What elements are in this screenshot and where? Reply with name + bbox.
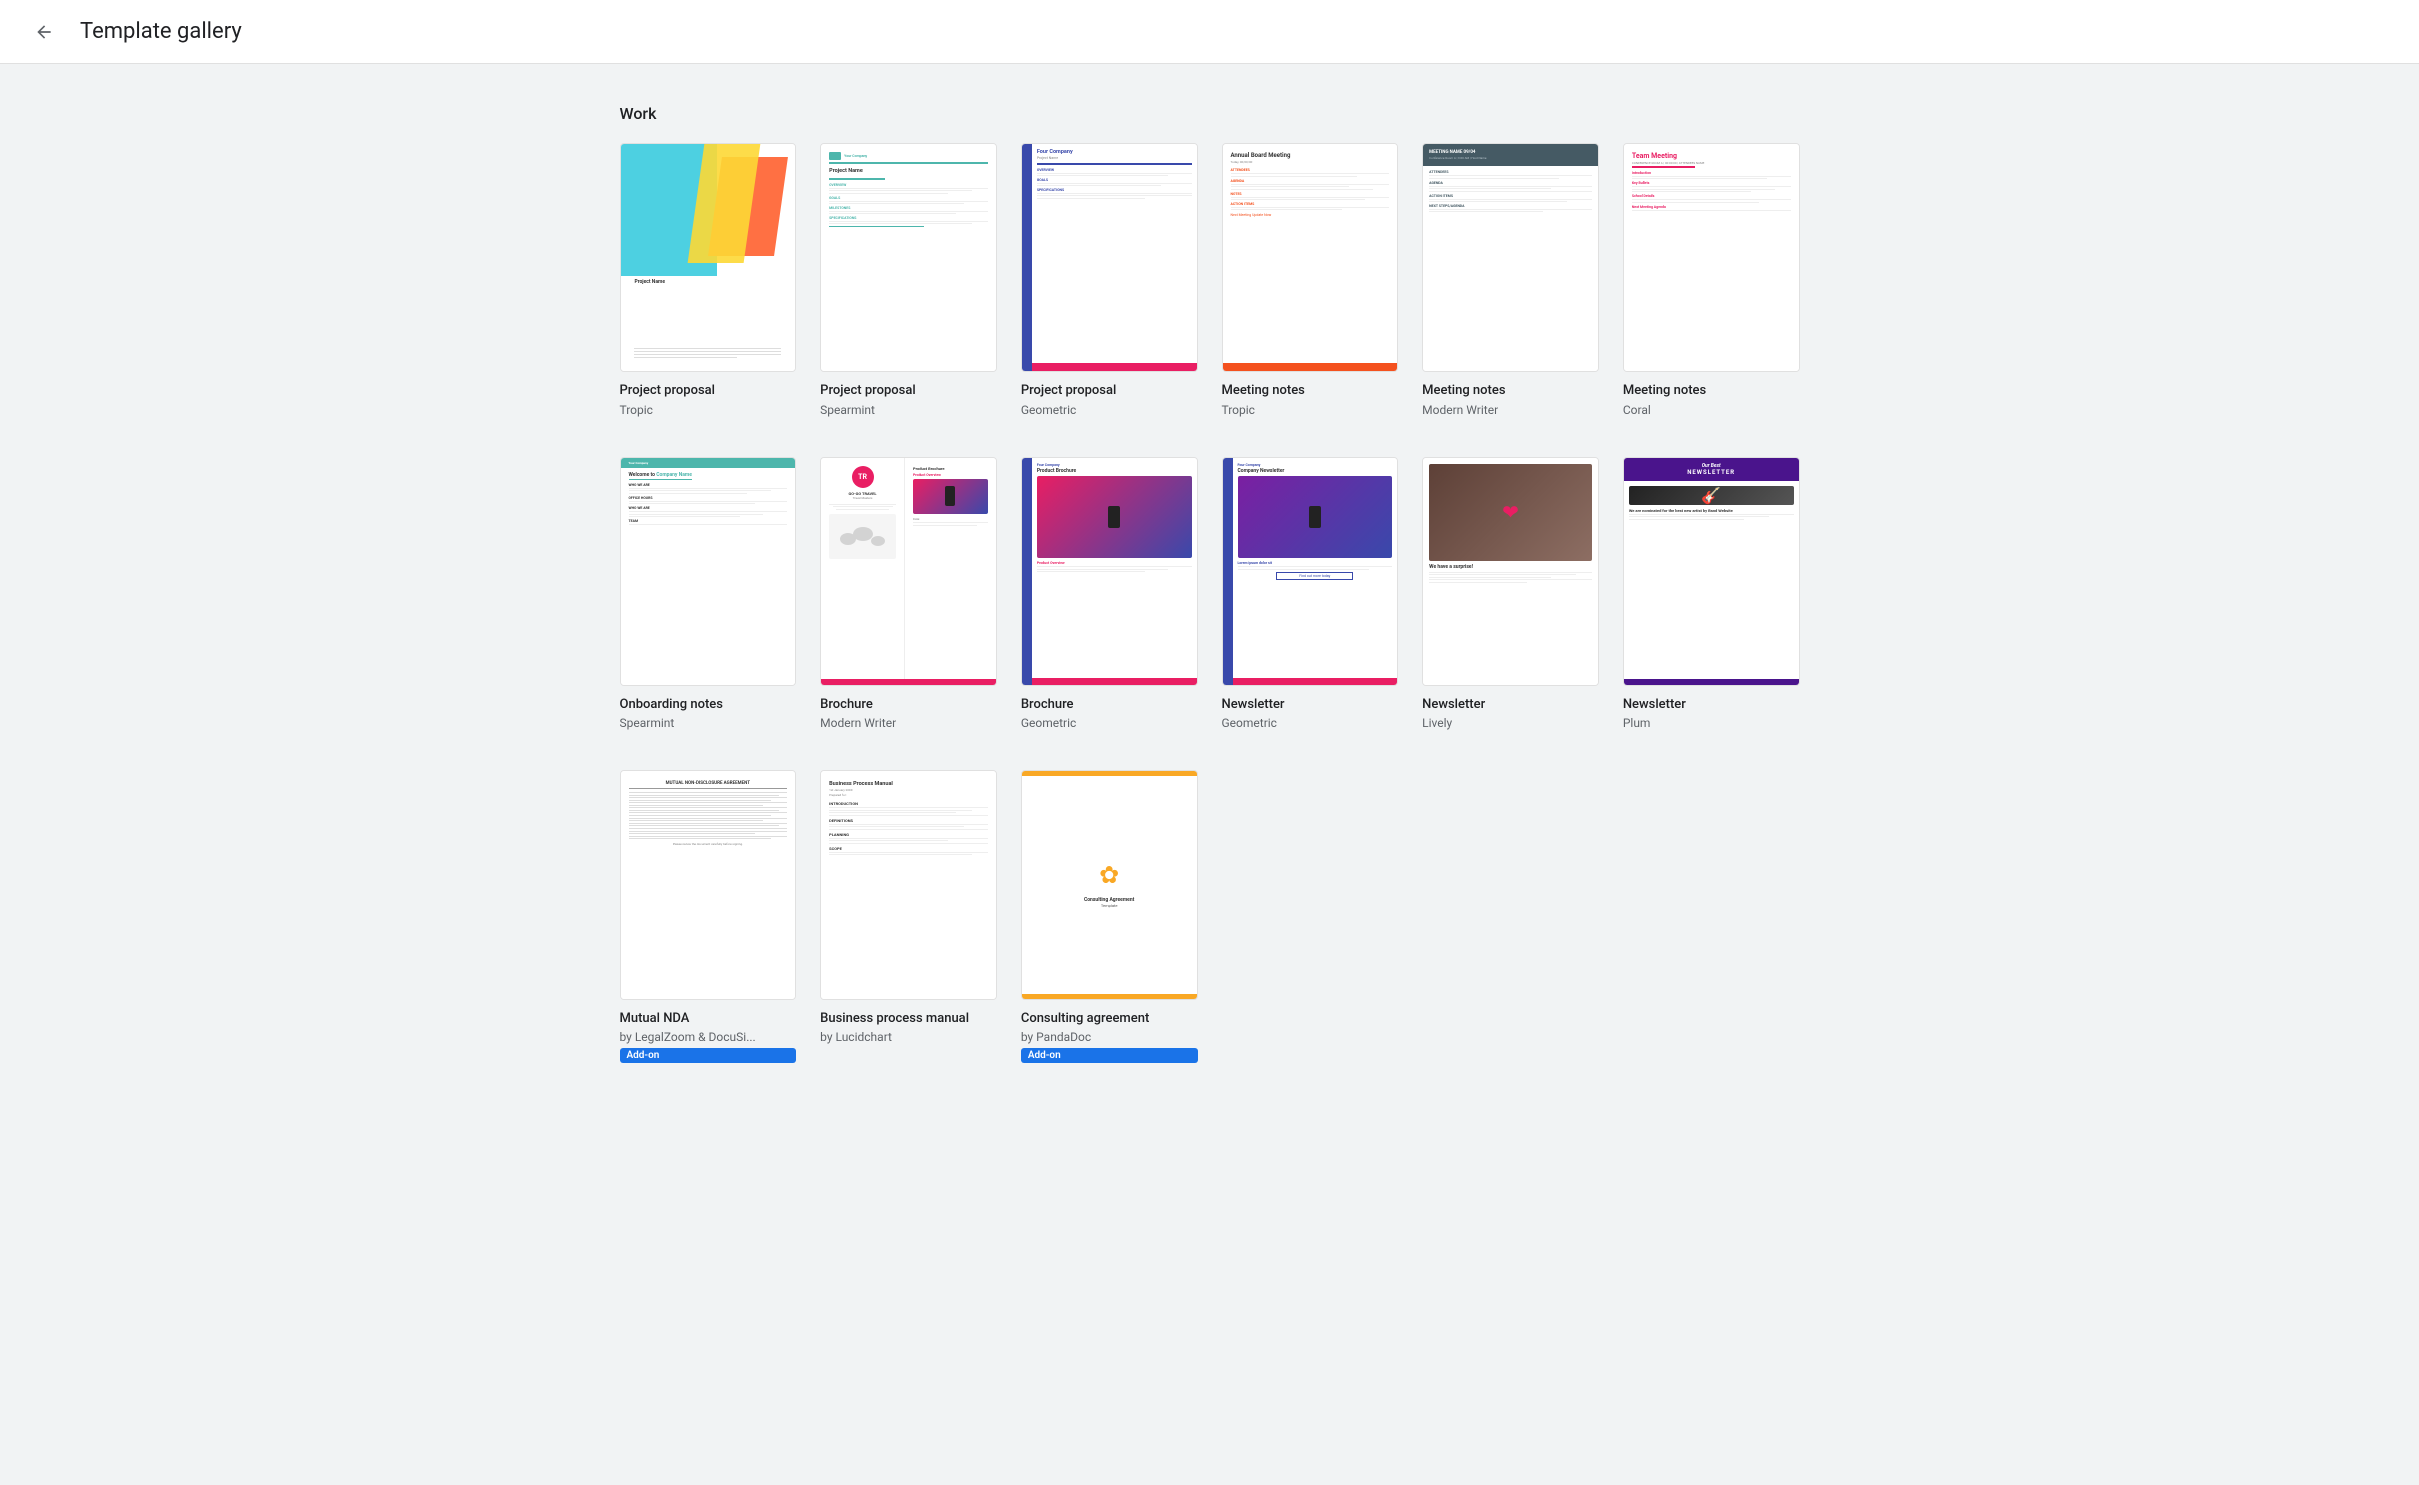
template-sub: Coral [1623, 403, 1800, 417]
template-thumb-spearmint[interactable]: Your Company Project Name OVERVIEW GOALS… [820, 143, 997, 372]
template-item-newsletter-plum[interactable]: Our Best NEWSLETTER 🎸 We are nominated f… [1623, 457, 1800, 731]
template-grid-row2: Your Company Welcome to Company Name WHO… [620, 457, 1800, 731]
template-name: Meeting notes [1222, 382, 1399, 400]
template-name: Newsletter [1623, 696, 1800, 714]
template-name: Brochure [820, 696, 997, 714]
template-sub: Spearmint [820, 403, 997, 417]
template-thumb-nl-lively[interactable]: ❤ We have a surprise! [1422, 457, 1599, 686]
template-thumb-nl-geo[interactable]: Four Company Company Newsletter Lorem ip… [1222, 457, 1399, 686]
template-sub: Lively [1422, 716, 1599, 730]
template-thumb-ca[interactable]: ✿ Consulting Agreement Template [1021, 770, 1198, 999]
template-item-project-proposal-tropic[interactable]: Project Name Project proposal Tropic [620, 143, 797, 417]
template-item-brochure-geo[interactable]: Four Company Product Brochure Product Ov… [1021, 457, 1198, 731]
template-name: Consulting agreement [1021, 1010, 1198, 1028]
template-name: Brochure [1021, 696, 1198, 714]
template-item-meeting-notes-modern[interactable]: MEETING NAME 09/04 Conference Room A | 9… [1422, 143, 1599, 417]
template-thumb-ob-sp[interactable]: Your Company Welcome to Company Name WHO… [620, 457, 797, 686]
template-thumb-mn-coral[interactable]: Team Meeting CONFERENCE ROOM A | 00:00:0… [1623, 143, 1800, 372]
template-thumb-nda[interactable]: MUTUAL NON-DISCLOSURE AGREEMENT [620, 770, 797, 999]
template-name: Project proposal [1021, 382, 1198, 400]
addon-badge-ca: Add-on [1021, 1048, 1198, 1063]
template-name: Onboarding notes [620, 696, 797, 714]
template-name: Newsletter [1222, 696, 1399, 714]
template-item-meeting-notes-tropic[interactable]: Annual Board Meeting Today, 00/00/00 ATT… [1222, 143, 1399, 417]
template-item-consulting-agreement[interactable]: ✿ Consulting Agreement Template Consulti… [1021, 770, 1198, 1063]
template-sub: Geometric [1222, 716, 1399, 730]
template-sub: Modern Writer [820, 716, 997, 730]
template-sub: Modern Writer [1422, 403, 1599, 417]
template-item-newsletter-lively[interactable]: ❤ We have a surprise! Newsletter Lively [1422, 457, 1599, 731]
template-grid-row3: MUTUAL NON-DISCLOSURE AGREEMENT [620, 770, 1800, 1063]
template-item-meeting-notes-coral[interactable]: Team Meeting CONFERENCE ROOM A | 00:00:0… [1623, 143, 1800, 417]
template-sub: Geometric [1021, 403, 1198, 417]
template-sub: by LegalZoom & DocuSi... [620, 1030, 797, 1044]
page-title: Template gallery [80, 19, 242, 44]
template-thumb-tropic[interactable]: Project Name [620, 143, 797, 372]
template-name: Meeting notes [1623, 382, 1800, 400]
template-item-brochure-modern[interactable]: TR GO-GO TRAVEL Travel Masters [820, 457, 997, 731]
template-sub: Plum [1623, 716, 1800, 730]
addon-badge-nda: Add-on [620, 1048, 797, 1063]
template-thumb-bpm[interactable]: Business Process Manual 1st January 20XX… [820, 770, 997, 999]
back-button[interactable] [24, 12, 64, 52]
main-content: Work Project Name [560, 64, 1860, 1143]
template-sub: Geometric [1021, 716, 1198, 730]
app-header: Template gallery [0, 0, 2419, 64]
template-thumb-mn-modern[interactable]: MEETING NAME 09/04 Conference Room A | 9… [1422, 143, 1599, 372]
template-sub: Tropic [620, 403, 797, 417]
template-item-project-proposal-spearmint[interactable]: Your Company Project Name OVERVIEW GOALS… [820, 143, 997, 417]
template-item-mutual-nda[interactable]: MUTUAL NON-DISCLOSURE AGREEMENT [620, 770, 797, 1063]
template-name: Business process manual [820, 1010, 997, 1028]
template-name: Mutual NDA [620, 1010, 797, 1028]
template-thumb-mn-tropic[interactable]: Annual Board Meeting Today, 00/00/00 ATT… [1222, 143, 1399, 372]
template-name: Newsletter [1422, 696, 1599, 714]
template-item-onboarding-spearmint[interactable]: Your Company Welcome to Company Name WHO… [620, 457, 797, 731]
template-sub: by Lucidchart [820, 1030, 997, 1044]
template-thumb-br-mw[interactable]: TR GO-GO TRAVEL Travel Masters [820, 457, 997, 686]
template-item-newsletter-geo[interactable]: Four Company Company Newsletter Lorem ip… [1222, 457, 1399, 731]
template-sub: by PandaDoc [1021, 1030, 1198, 1044]
template-name: Meeting notes [1422, 382, 1599, 400]
template-item-business-process-manual[interactable]: Business Process Manual 1st January 20XX… [820, 770, 997, 1063]
template-item-project-proposal-geo[interactable]: Four Company Project Name OVERVIEW GOALS… [1021, 143, 1198, 417]
section-title-work: Work [620, 104, 1800, 123]
template-name: Project proposal [820, 382, 997, 400]
template-sub: Tropic [1222, 403, 1399, 417]
template-thumb-nl-plum[interactable]: Our Best NEWSLETTER 🎸 We are nominated f… [1623, 457, 1800, 686]
work-section: Work Project Name [620, 104, 1800, 1063]
template-sub: Spearmint [620, 716, 797, 730]
template-thumb-br-geo[interactable]: Four Company Product Brochure Product Ov… [1021, 457, 1198, 686]
template-name: Project proposal [620, 382, 797, 400]
template-thumb-geo[interactable]: Four Company Project Name OVERVIEW GOALS… [1021, 143, 1198, 372]
template-grid-row1: Project Name Project proposal Tropic [620, 143, 1800, 417]
